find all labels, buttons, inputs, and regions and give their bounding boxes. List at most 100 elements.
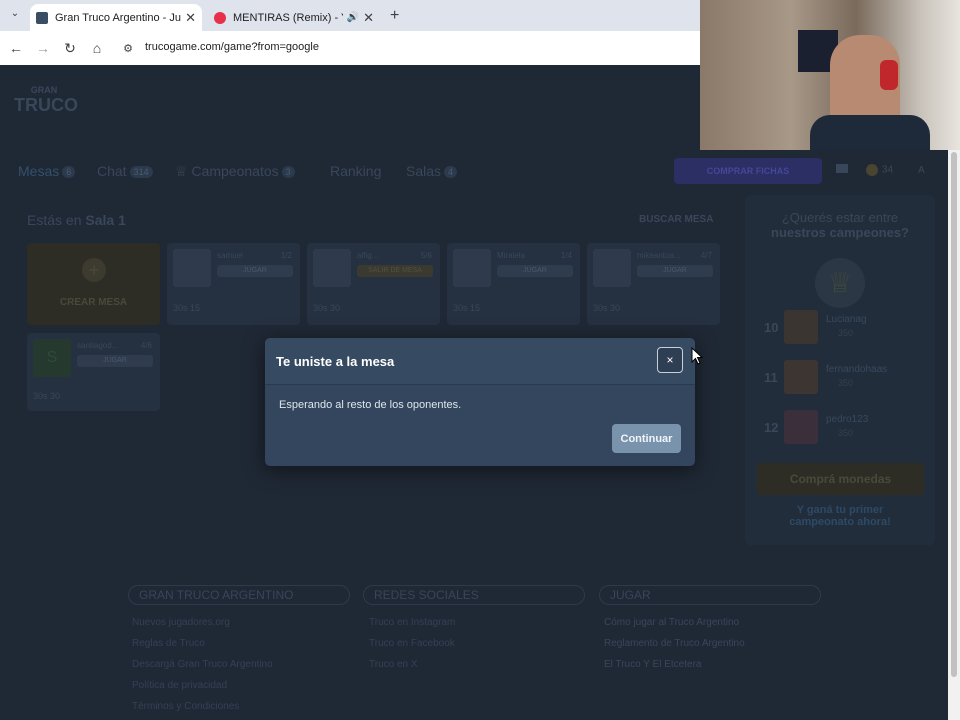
room-location: Estás en Sala 1 — [27, 212, 126, 228]
search-table-link[interactable]: BUSCAR MESA — [639, 214, 713, 225]
table-stats: 30s 30 — [313, 303, 341, 313]
table-count: 5/6 — [420, 251, 432, 260]
avatar — [784, 310, 818, 344]
table-owner: alfig... — [357, 251, 379, 260]
table-count: 4/6 — [140, 341, 152, 350]
nav-mesas[interactable]: Mesas 6 — [18, 163, 76, 179]
avatar: S — [33, 339, 71, 377]
buy-chips-button[interactable]: COMPRAR FICHAS — [674, 158, 822, 184]
table-owner: mikeantoa... — [637, 251, 681, 260]
nav-badge: 3 — [281, 166, 295, 179]
footer-link[interactable]: Cómo jugar al Truco Argentino — [604, 617, 739, 628]
site-info-icon[interactable]: ⚙ — [120, 40, 136, 56]
sidebar-heading-line2: nuestros campeones? — [771, 225, 909, 240]
ranking-row: 10 Lucianag 350 — [760, 308, 925, 348]
page-scrollbar-thumb[interactable] — [951, 152, 957, 677]
footer-link[interactable]: Truco en Instagram — [369, 617, 455, 628]
avatar — [453, 249, 491, 287]
table-card[interactable]: samuel 1/2 JUGAR 30s 15 — [167, 243, 300, 325]
table-card[interactable]: mikeantoa... 4/7 JUGAR 30s 30 — [587, 243, 720, 325]
rank-score: 350 — [838, 328, 854, 338]
messages-icon[interactable] — [836, 164, 848, 173]
footer-link[interactable]: Nuevos jugadores.org — [132, 617, 230, 628]
nav-label: Chat — [97, 163, 127, 179]
mouse-cursor-icon — [691, 346, 704, 370]
sidebar-heading: ¿Querés estar entre nuestros campeones? — [745, 210, 935, 240]
create-table-label: CREAR MESA — [59, 297, 128, 308]
join-button[interactable]: JUGAR — [77, 355, 153, 367]
buy-coins-button[interactable]: Comprá monedas — [757, 463, 924, 495]
create-table-card[interactable]: + CREAR MESA — [27, 243, 160, 325]
nav-badge: 314 — [129, 166, 153, 179]
reload-icon[interactable]: ↻ — [62, 40, 78, 56]
youtube-favicon-icon — [214, 11, 226, 24]
table-stats: 30s 15 — [453, 303, 481, 313]
ranking-row: 12 pedro123 350 — [760, 408, 925, 448]
continue-button[interactable]: Continuar — [612, 424, 681, 453]
avatar — [784, 410, 818, 444]
footer-link[interactable]: Reglas de Truco — [132, 638, 205, 649]
footer-column-title: JUGAR — [599, 585, 821, 605]
url-field[interactable]: trucogame.com/game?from=google — [145, 41, 319, 53]
sidebar-cta: Y ganá tu primer campeonato ahora! — [745, 504, 935, 528]
table-stats: 30s 30 — [593, 303, 621, 313]
nav-label: Salas — [406, 163, 442, 179]
footer-link[interactable]: Descargá Gran Truco Argentino — [132, 659, 273, 670]
table-count: 1/4 — [560, 251, 572, 260]
tab-close-icon[interactable]: ✕ — [359, 10, 374, 26]
leave-table-button[interactable]: SALIR DE MESA — [357, 265, 433, 277]
rank-name: pedro123 — [826, 414, 869, 425]
tab-title: MENTIRAS (Remix) - YouTub — [233, 11, 343, 24]
nav-campeonatos[interactable]: ♕ Campeonatos 3 — [175, 163, 295, 180]
webcam-overlay — [700, 0, 960, 150]
avatar — [173, 249, 211, 287]
nav-label: Campeonatos — [191, 163, 279, 179]
webcam-headphones — [880, 60, 898, 90]
table-count: 4/7 — [700, 251, 712, 260]
avatar — [593, 249, 631, 287]
footer-link[interactable]: Truco en Facebook — [369, 638, 455, 649]
webcam-shirt — [810, 115, 930, 150]
footer-link[interactable]: Términos y Condiciones — [132, 701, 239, 712]
speaker-icon[interactable]: 🔊 — [347, 12, 359, 23]
forward-icon[interactable]: → — [35, 40, 51, 56]
logo-main: TRUCO — [14, 95, 78, 115]
rank-score: 350 — [838, 378, 854, 388]
footer-column-title: GRAN TRUCO ARGENTINO — [128, 585, 350, 605]
coin-count: 34 — [882, 164, 894, 176]
nav-salas[interactable]: Salas 4 — [406, 163, 458, 179]
plus-icon: + — [82, 258, 106, 282]
join-button[interactable]: JUGAR — [217, 265, 293, 277]
location-room: Sala 1 — [85, 212, 126, 228]
table-card[interactable]: S santiagod... 4/6 JUGAR 30s 30 — [27, 333, 160, 411]
new-tab-button[interactable]: + — [390, 7, 399, 25]
close-icon[interactable]: × — [657, 347, 683, 373]
back-icon[interactable]: ← — [8, 40, 24, 56]
tab-close-icon[interactable]: ✕ — [181, 10, 196, 26]
trophy-icon: ♕ — [175, 163, 192, 179]
footer-link[interactable]: Reglamento de Truco Argentino — [604, 638, 745, 649]
nav-chat[interactable]: Chat 314 — [97, 163, 153, 179]
table-stats: 30s 15 — [173, 303, 201, 313]
location-prefix: Estás en — [27, 212, 86, 228]
truco-favicon-icon — [36, 11, 48, 24]
join-button[interactable]: JUGAR — [637, 265, 713, 277]
trophy-icon: ♕ — [815, 258, 865, 308]
coins-display: 34 — [866, 164, 893, 176]
table-count: 1/2 — [280, 251, 292, 260]
logo-top: GRAN — [30, 85, 58, 95]
tab-search-icon[interactable]: ⌄ — [8, 8, 22, 22]
footer-link[interactable]: Truco en X — [369, 659, 418, 670]
nav-ranking[interactable]: Ranking — [330, 163, 381, 179]
tab-youtube[interactable]: MENTIRAS (Remix) - YouTub 🔊 ✕ — [208, 4, 380, 31]
site-logo[interactable]: GRAN TRUCO — [14, 85, 78, 116]
table-card[interactable]: Miralela 1/4 JUGAR 30s 15 — [447, 243, 580, 325]
footer-link[interactable]: Política de privacidad — [132, 680, 227, 691]
footer-link[interactable]: El Truco Y El Etcetera — [604, 659, 701, 670]
user-avatar[interactable]: A — [918, 165, 925, 176]
rank-position: 11 — [764, 370, 778, 385]
join-button[interactable]: JUGAR — [497, 265, 573, 277]
home-icon[interactable]: ⌂ — [89, 40, 105, 56]
table-card[interactable]: alfig... 5/6 SALIR DE MESA 30s 30 — [307, 243, 440, 325]
tab-gran-truco[interactable]: Gran Truco Argentino - Juego C ✕ — [30, 4, 202, 31]
